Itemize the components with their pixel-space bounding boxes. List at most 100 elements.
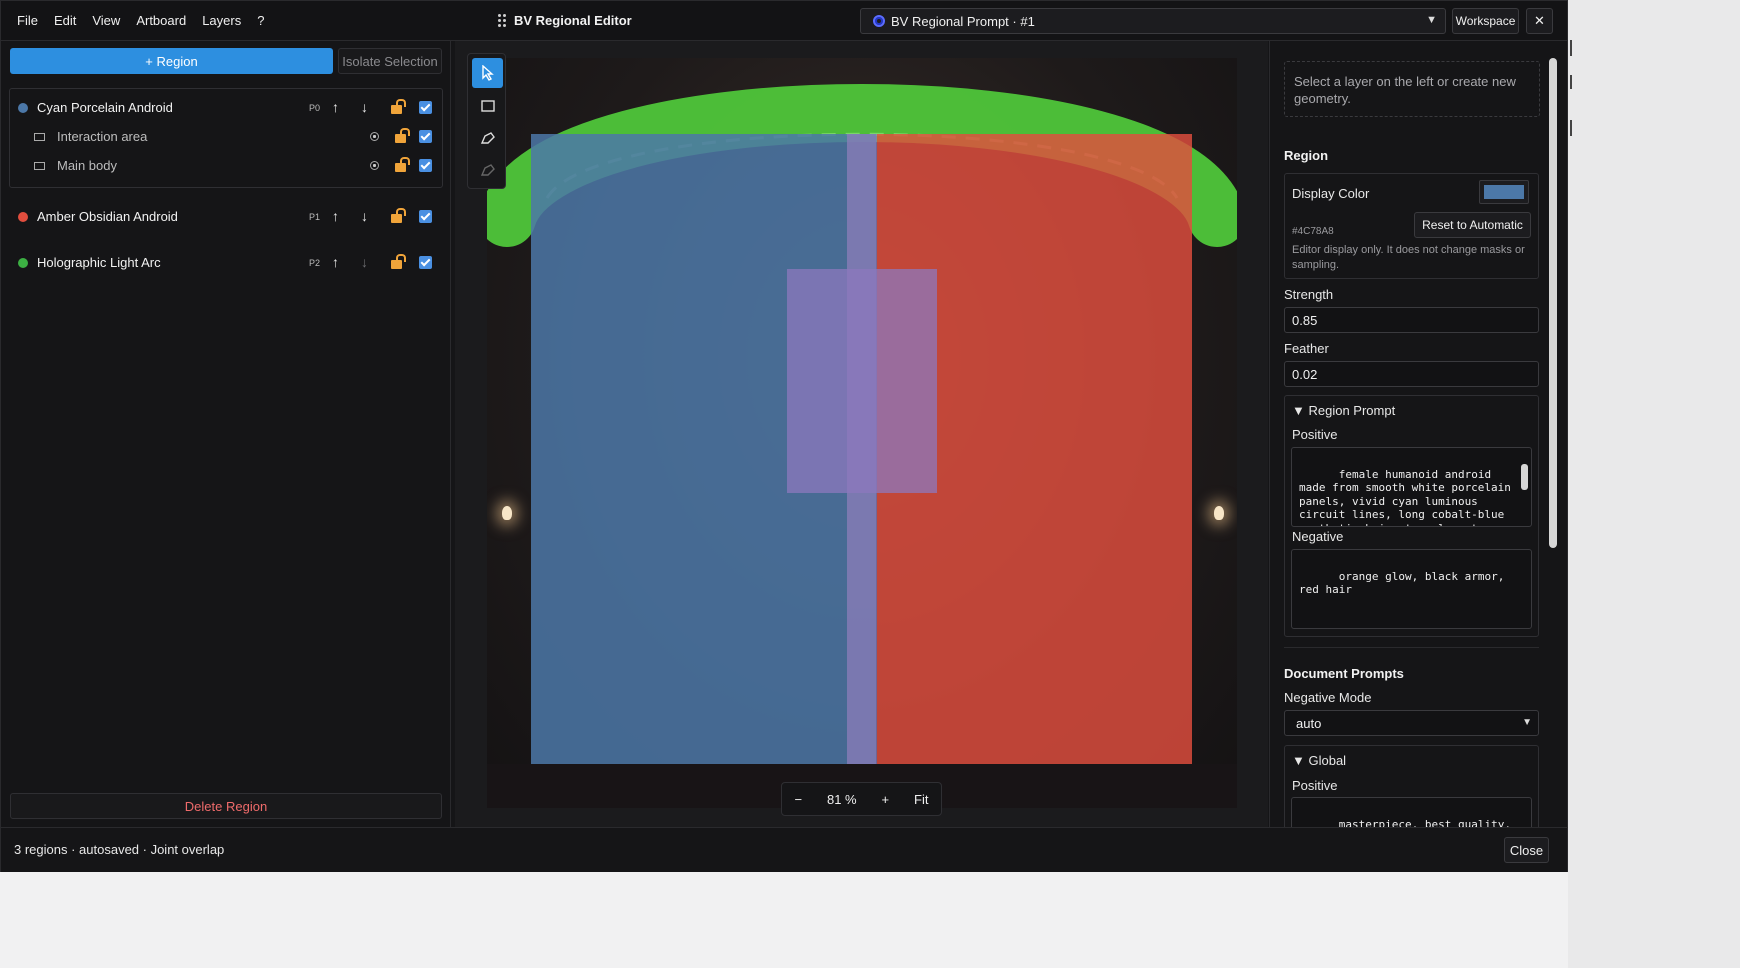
top-bar: File Edit View Artboard Layers ? BV Regi… [1,1,1567,41]
move-up-icon[interactable]: ↑ [332,208,339,224]
zoom-bar: − 81 % + Fit [781,782,942,816]
negative-prompt-textarea[interactable]: orange glow, black armor, red hair [1291,549,1532,629]
visibility-checkbox[interactable] [419,130,432,143]
zoom-out-button[interactable]: − [794,792,802,807]
editor-window: File Edit View Artboard Layers ? BV Regi… [0,0,1568,872]
menu-artboard[interactable]: Artboard [128,7,194,34]
isolate-selection-button[interactable]: Isolate Selection [338,48,442,74]
radio-dot-icon[interactable] [370,132,379,141]
desktop-background-bottom [0,872,1568,968]
menu-edit[interactable]: Edit [46,7,84,34]
move-down-icon[interactable]: ↓ [361,208,368,224]
region-row-p0[interactable]: Cyan Porcelain Android P0 ↑ ↓ [1,95,451,121]
rectangle-shape-icon [34,133,45,141]
region-color-dot [18,212,28,222]
eraser-tool-button[interactable] [472,155,503,185]
brush-tool-button[interactable] [472,123,503,153]
display-color-swatch[interactable] [1479,180,1529,204]
region-name: Cyan Porcelain Android [37,100,173,115]
menu-file[interactable]: File [9,7,46,34]
status-text: 3 regions · autosaved · Joint overlap [14,842,225,857]
drag-grip-icon [498,14,506,27]
negative-mode-label: Negative Mode [1284,690,1372,705]
lock-icon[interactable] [391,254,406,269]
move-up-icon[interactable]: ↑ [332,254,339,270]
priority-tag: P2 [309,258,321,268]
chevron-down-icon: ▼ [1426,14,1437,26]
document-prompts-title: Document Prompts [1284,666,1404,681]
sub-region-row[interactable]: Main body [1,153,451,179]
global-positive-textarea[interactable]: masterpiece, best quality, exactly two f… [1291,797,1532,827]
brush-icon [480,132,495,144]
lock-icon[interactable] [391,99,406,114]
properties-panel: Select a layer on the left or create new… [1269,41,1567,827]
workspace-button[interactable]: Workspace [1452,8,1519,34]
visibility-checkbox[interactable] [419,210,432,223]
lamp-glow [1214,506,1224,520]
rectangle-tool-button[interactable] [472,91,503,121]
interaction-area-rect[interactable] [787,269,937,493]
menu-bar: File Edit View Artboard Layers ? [9,7,272,34]
canvas-area[interactable]: − 81 % + Fit [455,41,1268,827]
priority-tag: P0 [309,103,321,113]
positive-label: Positive [1292,427,1338,442]
display-color-hex: #4C78A8 [1292,226,1334,237]
global-toggle[interactable]: ▼ Global [1292,753,1346,768]
sub-region-row[interactable]: Interaction area [1,124,451,150]
negative-mode-value: auto [1296,715,1322,731]
prompt-node-select[interactable]: BV Regional Prompt · #1 ▼ [860,8,1446,34]
fit-button[interactable]: Fit [914,792,928,807]
positive-prompt-text: female humanoid android made from smooth… [1299,467,1511,527]
rectangle-shape-icon [34,162,45,170]
feather-input[interactable]: 0.02 [1284,361,1539,387]
select-tool-button[interactable] [472,58,503,88]
negative-label: Negative [1292,529,1344,544]
color-fill [1484,185,1524,199]
lock-icon[interactable] [395,128,410,143]
region-prompt-toggle[interactable]: ▼ Region Prompt [1292,403,1395,418]
zoom-level: 81 % [826,791,857,807]
negative-mode-select[interactable]: auto ▼ [1284,710,1539,736]
eraser-icon [480,164,495,176]
scrollbar-thumb[interactable] [1549,58,1557,548]
app-title-drag-handle[interactable]: BV Regional Editor [498,13,632,28]
visibility-checkbox[interactable] [419,256,432,269]
region-color-dot [18,258,28,268]
region-row-p1[interactable]: Amber Obsidian Android P1 ↑ ↓ [1,204,451,230]
display-color-note: Editor display only. It does not change … [1292,244,1525,271]
positive-prompt-textarea[interactable]: female humanoid android made from smooth… [1291,447,1532,527]
move-down-icon[interactable]: ↓ [361,99,368,115]
textarea-scrollbar[interactable] [1520,450,1529,524]
lock-icon[interactable] [395,157,410,172]
zoom-in-button[interactable]: + [882,792,890,807]
feather-label: Feather [1284,341,1329,356]
menu-view[interactable]: View [84,7,128,34]
status-bar: 3 regions · autosaved · Joint overlap Cl… [1,827,1567,872]
lamp-glow [502,506,512,520]
visibility-checkbox[interactable] [419,159,432,172]
app-title: BV Regional Editor [514,13,632,28]
move-up-icon[interactable]: ↑ [332,99,339,115]
region-row-p2[interactable]: Holographic Light Arc P2 ↑ ↓ [1,250,451,276]
close-window-button[interactable]: ✕ [1526,8,1553,34]
strength-label: Strength [1284,287,1334,302]
global-positive-text: masterpiece, best quality, exactly two f… [1338,817,1511,828]
chevron-down-icon: ▼ [1522,717,1532,728]
strength-input[interactable]: 0.85 [1284,307,1539,333]
lock-icon[interactable] [391,208,406,223]
artboard[interactable] [487,58,1237,808]
desktop-background [1568,0,1740,968]
negative-prompt-text: orange glow, black armor, red hair [1299,569,1511,597]
delete-region-button[interactable]: Delete Region [10,793,442,819]
region-name: Amber Obsidian Android [37,209,178,224]
move-down-icon: ↓ [361,254,368,270]
menu-layers[interactable]: Layers [194,7,249,34]
visibility-checkbox[interactable] [419,101,432,114]
add-region-button[interactable]: + Region [10,48,333,74]
menu-help[interactable]: ? [249,7,272,34]
radio-dot-icon[interactable] [370,161,379,170]
selection-hint: Select a layer on the left or create new… [1284,61,1540,117]
reset-color-button[interactable]: Reset to Automatic [1414,212,1531,238]
panel-scrollbar[interactable] [1547,41,1559,827]
close-button[interactable]: Close [1504,837,1549,863]
